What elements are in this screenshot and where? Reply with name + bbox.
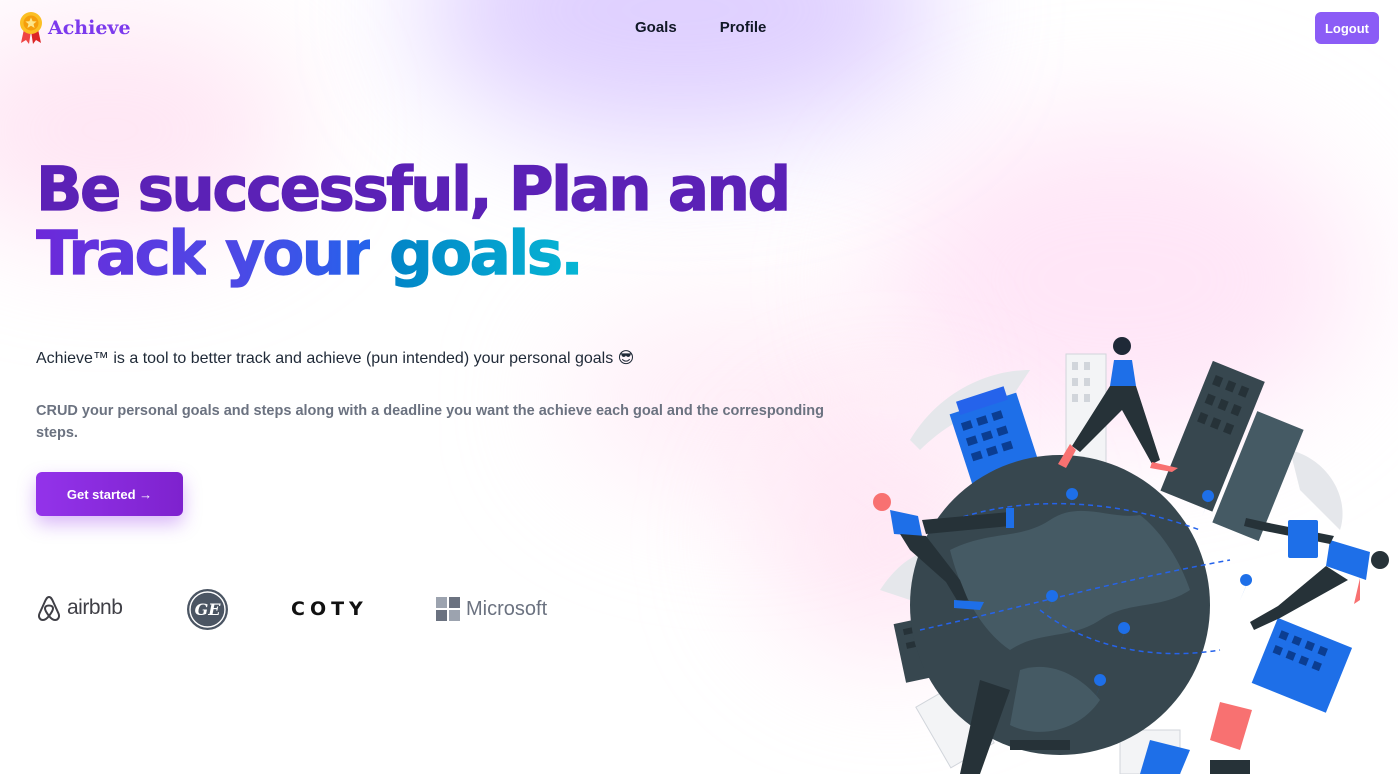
nav-links: Goals Profile bbox=[635, 19, 766, 36]
get-started-button[interactable]: Get started → bbox=[36, 472, 183, 516]
top-navbar: Achieve Goals Profile Logout bbox=[0, 0, 1398, 56]
brand-link[interactable]: Achieve bbox=[18, 11, 131, 45]
headline-line-2: Track your goals. bbox=[35, 221, 789, 286]
logout-button[interactable]: Logout bbox=[1315, 12, 1379, 44]
hero-intro: Achieve™ is a tool to better track and a… bbox=[36, 350, 635, 367]
airbnb-wordmark: airbnb bbox=[67, 596, 123, 619]
hero-section: Be successful, Plan and Track your goals… bbox=[35, 154, 791, 286]
coty-wordmark: COTY bbox=[291, 598, 368, 620]
nav-link-profile[interactable]: Profile bbox=[720, 19, 767, 36]
logo-ge: GE bbox=[186, 588, 229, 631]
hero-description: CRUD your personal goals and steps along… bbox=[36, 403, 824, 441]
logo-airbnb: airbnb bbox=[36, 594, 123, 622]
logo-microsoft: Microsoft bbox=[436, 597, 547, 621]
ribbon-medal-icon bbox=[20, 12, 42, 44]
nav-link-goals[interactable]: Goals bbox=[635, 19, 677, 36]
headline-word-your: your bbox=[225, 218, 374, 289]
hero-headline: Be successful, Plan and Track your goals… bbox=[35, 154, 791, 286]
brand-name: Achieve bbox=[48, 17, 131, 39]
airbnb-icon bbox=[37, 595, 61, 622]
microsoft-windows-icon bbox=[436, 597, 460, 621]
ge-monogram-icon: GE bbox=[187, 589, 228, 630]
microsoft-wordmark: Microsoft bbox=[466, 597, 548, 620]
globe-people-illustration bbox=[873, 337, 1389, 774]
headline-word-track: Track bbox=[35, 218, 209, 289]
headline-word-goals: goals. bbox=[388, 218, 584, 289]
logo-coty: COTY bbox=[291, 598, 368, 620]
ge-monogram-text: GE bbox=[195, 600, 222, 619]
headline-line-1: Be successful, Plan and bbox=[35, 154, 791, 225]
